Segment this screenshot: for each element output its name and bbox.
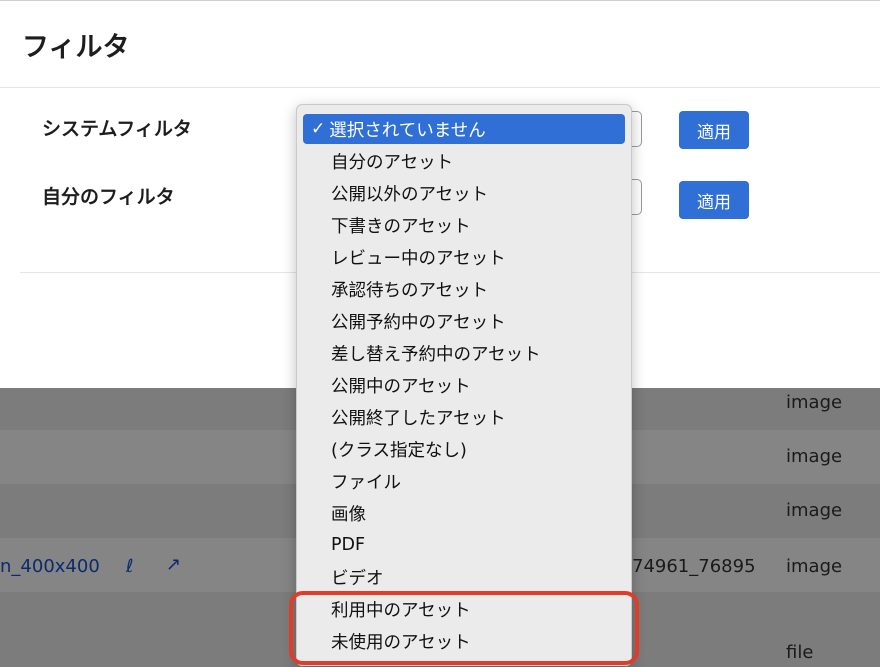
branch-icon[interactable]: ℓ	[126, 556, 133, 577]
dropdown-option[interactable]: (クラス指定なし)	[303, 434, 625, 464]
modal-title: フィルタ	[22, 32, 130, 63]
divider	[0, 87, 880, 88]
dropdown-option[interactable]: 差し替え予約中のアセット	[303, 338, 625, 368]
my-filter-label: 自分のフィルタ	[42, 186, 175, 208]
dropdown-option[interactable]: PDF	[303, 530, 625, 560]
type-cell: image	[786, 392, 843, 413]
type-cell: image	[786, 446, 843, 467]
dropdown-option-selected[interactable]: ✓ 選択されていません	[303, 114, 625, 144]
dropdown-option[interactable]: 下書きのアセット	[303, 210, 625, 240]
dropdown-option[interactable]: ファイル	[303, 466, 625, 496]
dropdown-option[interactable]: 公開終了したアセット	[303, 402, 625, 432]
dropdown-option[interactable]: 自分のアセット	[303, 146, 625, 176]
checkmark-icon: ✓	[311, 119, 326, 139]
my-filter-apply-button[interactable]: 適用	[679, 181, 749, 219]
dropdown-option[interactable]: 画像	[303, 498, 625, 528]
asset-name-link[interactable]: n_400x400	[0, 556, 100, 577]
external-link-icon[interactable]: ↗	[166, 554, 181, 575]
system-filter-label: システムフィルタ	[42, 118, 192, 140]
dropdown-option[interactable]: 承認待ちのアセット	[303, 274, 625, 304]
dropdown-option[interactable]: レビュー中のアセット	[303, 242, 625, 272]
type-cell: image	[786, 500, 843, 521]
type-cell: file	[786, 642, 814, 663]
dropdown-option[interactable]: 公開予約中のアセット	[303, 306, 625, 336]
dropdown-option[interactable]: ビデオ	[303, 562, 625, 592]
system-filter-apply-button[interactable]: 適用	[679, 111, 749, 149]
id-cell: 74961_76895	[632, 556, 756, 577]
type-cell: image	[786, 556, 843, 577]
dropdown-option-label: 選択されていません	[329, 120, 486, 141]
system-filter-dropdown-menu[interactable]: ✓ 選択されていません 自分のアセット 公開以外のアセット 下書きのアセット レ…	[296, 104, 632, 666]
highlight-annotation	[289, 591, 639, 665]
dropdown-option[interactable]: 公開以外のアセット	[303, 178, 625, 208]
dropdown-option[interactable]: 公開中のアセット	[303, 370, 625, 400]
